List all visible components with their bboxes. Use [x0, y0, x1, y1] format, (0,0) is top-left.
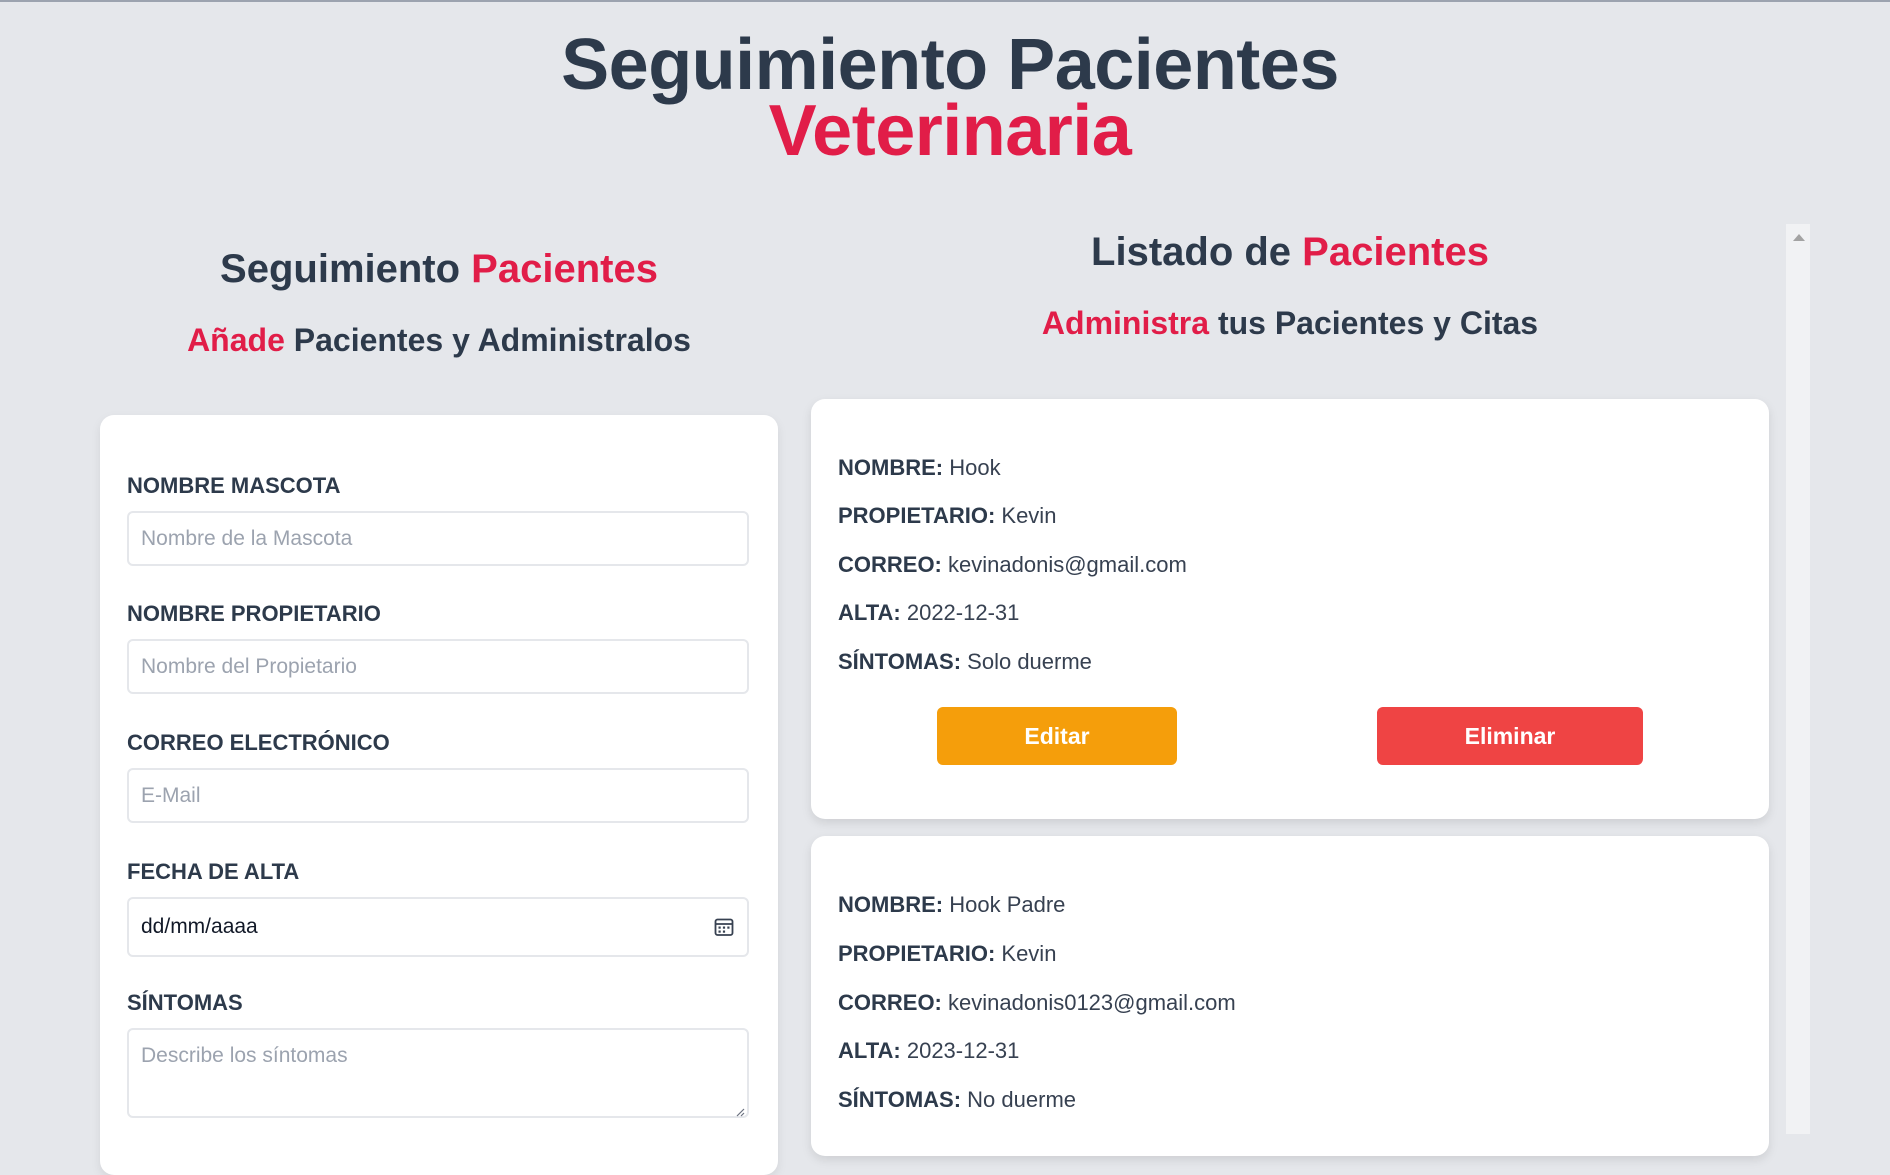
patient-email-row: CORREO: kevinadonis0123@gmail.com	[838, 990, 1236, 1016]
patient-symptoms-value: Solo duerme	[967, 649, 1092, 674]
patient-symptoms-row: SÍNTOMAS: Solo duerme	[838, 649, 1092, 675]
patient-date-value: 2023-12-31	[906, 1038, 1020, 1063]
patient-date-row: ALTA: 2023-12-31	[838, 1038, 1019, 1064]
list-subheading-part1: Administra	[1041, 305, 1210, 341]
pet-name-label: NOMBRE MASCOTA	[127, 473, 341, 498]
patient-owner-value: Kevin	[1001, 503, 1057, 528]
patient-symptoms-value: No duerme	[967, 1087, 1077, 1112]
scroll-up-arrow-icon[interactable]	[1793, 234, 1805, 241]
date-value: dd/mm/aaaa	[141, 915, 258, 938]
form-subheading-part2: Pacientes y Administralos	[284, 322, 691, 358]
patient-symptoms-key: SÍNTOMAS:	[838, 1087, 962, 1112]
patient-name-key: NOMBRE:	[838, 892, 944, 917]
patient-owner-key: PROPIETARIO:	[838, 941, 996, 966]
symptoms-textarea[interactable]	[127, 1028, 749, 1118]
patient-symptoms-row: SÍNTOMAS: No duerme	[838, 1087, 1076, 1113]
symptoms-label: SÍNTOMAS	[127, 990, 243, 1015]
edit-button[interactable]: Editar	[937, 707, 1177, 765]
owner-name-input[interactable]	[127, 639, 749, 694]
patient-card: NOMBRE: Hook Padre PROPIETARIO: Kevin CO…	[811, 836, 1769, 1156]
page-title-line1: Seguimiento Pacientes	[561, 25, 1339, 105]
email-input[interactable]	[127, 768, 749, 823]
form-heading: Seguimiento Pacientes	[99, 247, 779, 292]
patient-card: NOMBRE: Hook PROPIETARIO: Kevin CORREO: …	[811, 399, 1769, 819]
form-heading-part2: Pacientes	[471, 247, 658, 291]
patient-name-value: Hook Padre	[949, 892, 1066, 917]
list-scrollbar[interactable]	[1786, 224, 1810, 1134]
symptoms-wrapper	[127, 1028, 749, 1118]
calendar-icon[interactable]	[713, 916, 735, 938]
discharge-date-label: FECHA DE ALTA	[127, 859, 300, 884]
patient-name-row: NOMBRE: Hook	[838, 455, 1001, 481]
owner-name-label: NOMBRE PROPIETARIO	[127, 601, 381, 626]
patient-owner-key: PROPIETARIO:	[838, 503, 996, 528]
patient-email-value: kevinadonis0123@gmail.com	[948, 990, 1236, 1015]
delete-button[interactable]: Eliminar	[1377, 707, 1643, 765]
list-heading: Listado de Pacientes	[810, 230, 1770, 275]
patient-date-row: ALTA: 2022-12-31	[838, 600, 1019, 626]
patient-date-key: ALTA:	[838, 1038, 901, 1063]
patient-email-row: CORREO: kevinadonis@gmail.com	[838, 552, 1187, 578]
list-heading-part2: Pacientes	[1302, 230, 1489, 274]
patient-name-value: Hook	[949, 455, 1001, 480]
patient-owner-value: Kevin	[1001, 941, 1057, 966]
discharge-date-input[interactable]: dd/mm/aaaa	[127, 897, 749, 957]
patient-owner-row: PROPIETARIO: Kevin	[838, 503, 1056, 529]
list-subheading-part2: tus Pacientes y Citas	[1209, 305, 1539, 341]
email-label: CORREO ELECTRÓNICO	[127, 730, 390, 755]
form-subheading: Añade Pacientes y Administralos	[99, 322, 779, 359]
list-subheading: Administra tus Pacientes y Citas	[810, 305, 1770, 342]
list-heading-part1: Listado de	[1091, 230, 1303, 274]
patient-owner-row: PROPIETARIO: Kevin	[838, 941, 1056, 967]
patient-email-key: CORREO:	[838, 990, 942, 1015]
resize-grip-icon[interactable]	[735, 1104, 745, 1117]
patient-email-value: kevinadonis@gmail.com	[948, 552, 1187, 577]
patient-form: NOMBRE MASCOTA NOMBRE PROPIETARIO CORREO…	[100, 415, 778, 1175]
patient-date-value: 2022-12-31	[906, 600, 1020, 625]
form-heading-part1: Seguimiento	[220, 247, 472, 291]
form-subheading-part1: Añade	[187, 322, 285, 358]
patient-email-key: CORREO:	[838, 552, 942, 577]
patient-name-row: NOMBRE: Hook Padre	[838, 892, 1065, 918]
patient-symptoms-key: SÍNTOMAS:	[838, 649, 962, 674]
pet-name-input[interactable]	[127, 511, 749, 566]
page-title-line2: Veterinaria	[768, 91, 1132, 171]
patient-date-key: ALTA:	[838, 600, 901, 625]
page-title: Seguimiento Pacientes Veterinaria	[0, 25, 1890, 171]
patient-name-key: NOMBRE:	[838, 455, 944, 480]
